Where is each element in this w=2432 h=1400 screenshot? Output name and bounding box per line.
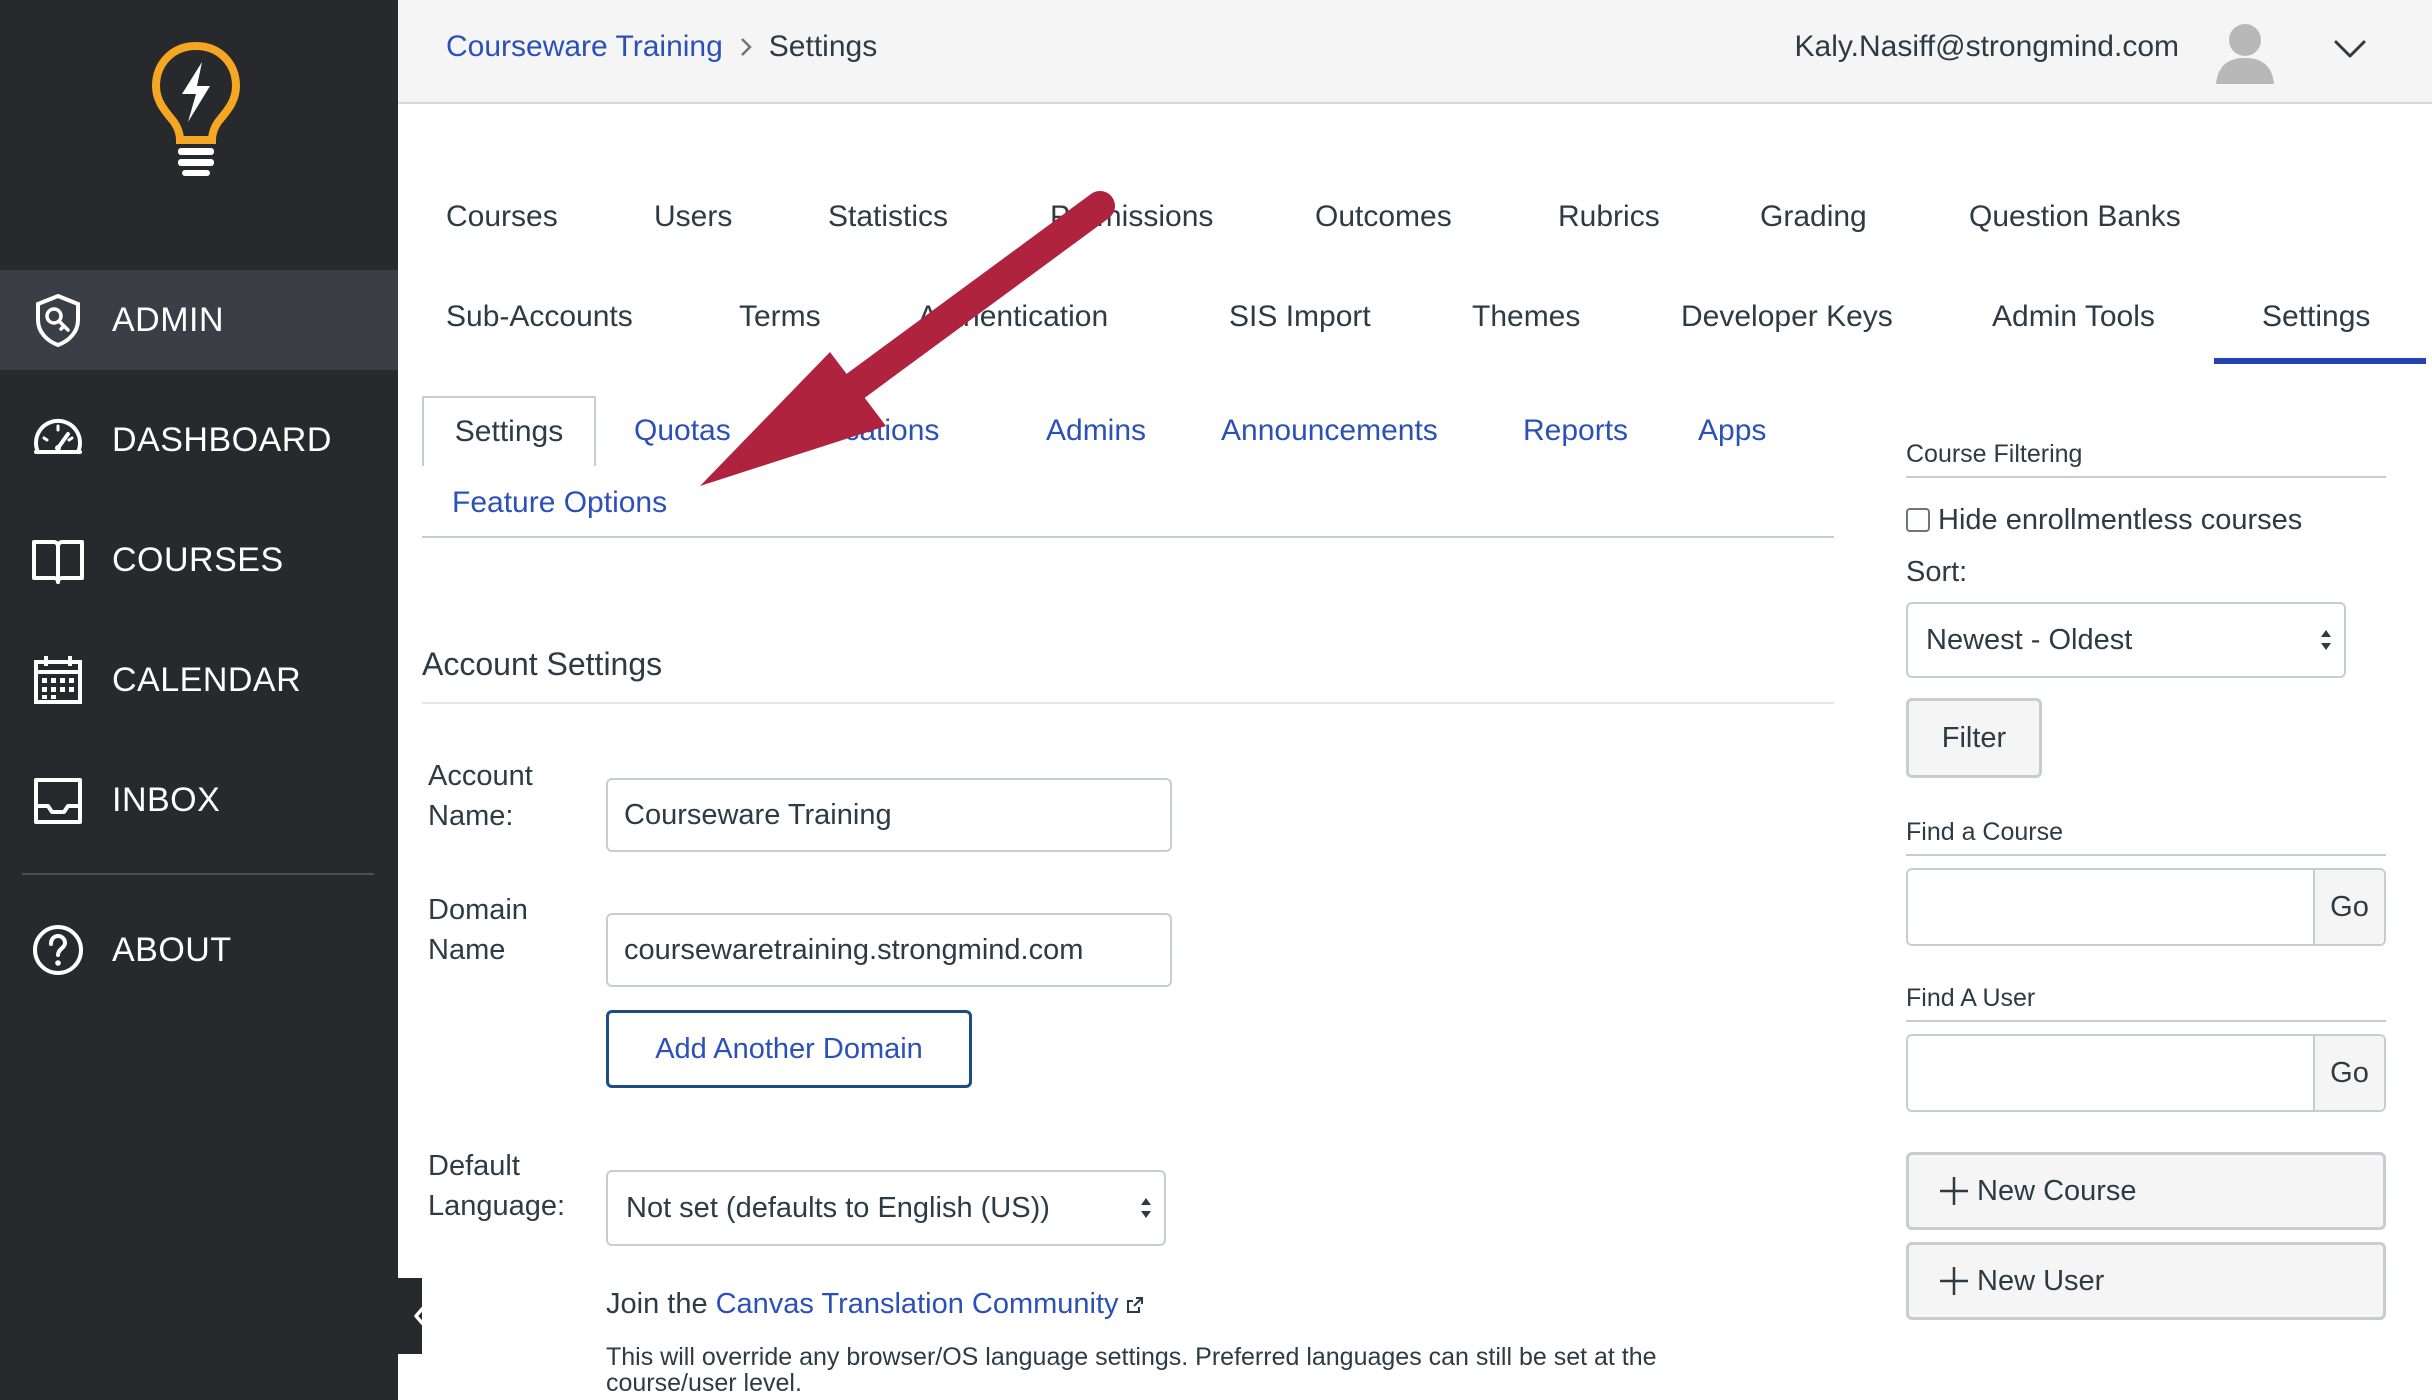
add-another-domain-button[interactable]: Add Another Domain	[606, 1010, 972, 1088]
nav-courses-label: COURSES	[112, 540, 284, 579]
hide-enrollmentless-label[interactable]: Hide enrollmentless courses	[1938, 504, 2302, 537]
filter-button[interactable]: Filter	[1906, 698, 2042, 778]
tab-authentication[interactable]: Authentication	[918, 300, 1108, 334]
subtab-admins[interactable]: Admins	[1046, 414, 1146, 448]
tab-permissions[interactable]: Permissions	[1050, 200, 1213, 234]
subtab-feature-options[interactable]: Feature Options	[452, 486, 667, 520]
tab-rubrics[interactable]: Rubrics	[1558, 200, 1660, 234]
plus-icon	[1940, 1267, 1968, 1295]
sort-label: Sort:	[1906, 556, 1968, 588]
subtab-announcements[interactable]: Announcements	[1221, 414, 1438, 448]
breadcrumb-account-link[interactable]: Courseware Training	[446, 30, 723, 64]
domain-name-input[interactable]	[606, 913, 1172, 987]
find-course-go-button[interactable]: Go	[2313, 870, 2384, 944]
calendar-icon	[34, 656, 82, 704]
join-prefix: Join the	[606, 1288, 708, 1320]
find-user-divider	[1906, 1020, 2386, 1022]
nav-dashboard-label: DASHBOARD	[112, 420, 332, 459]
nav-admin[interactable]: ADMIN	[0, 270, 398, 370]
subtab-divider	[422, 536, 1834, 538]
nav-about[interactable]: ABOUT	[0, 900, 398, 1000]
find-user-go-button[interactable]: Go	[2313, 1036, 2384, 1110]
find-user-combo: Go	[1906, 1034, 2386, 1112]
nav-divider	[22, 873, 374, 875]
nav-about-label: ABOUT	[112, 930, 232, 969]
default-language-value: Not set (defaults to English (US))	[626, 1191, 1050, 1224]
breadcrumb: Courseware Training Settings	[446, 30, 877, 64]
find-user-heading: Find A User	[1906, 984, 2036, 1012]
new-course-button[interactable]: New Course	[1906, 1152, 2386, 1230]
tab-question-banks[interactable]: Question Banks	[1969, 200, 2181, 234]
speedometer-icon	[34, 418, 82, 454]
shield-icon	[36, 293, 80, 348]
tab-statistics[interactable]: Statistics	[828, 200, 948, 234]
subtab-notifications[interactable]: Notifications	[776, 414, 939, 448]
plus-icon	[1940, 1177, 1968, 1205]
domain-name-label: Domain Name	[428, 894, 528, 966]
nav-inbox[interactable]: INBOX	[0, 750, 398, 850]
default-language-label: Default Language:	[428, 1150, 566, 1222]
tab-settings[interactable]: Settings	[2262, 300, 2370, 334]
nav-courses[interactable]: COURSES	[0, 510, 398, 610]
find-course-input[interactable]	[1908, 870, 2313, 944]
tab-grading[interactable]: Grading	[1760, 200, 1867, 234]
find-user-input[interactable]	[1908, 1036, 2313, 1110]
find-course-divider	[1906, 854, 2386, 856]
active-tab-indicator	[2214, 358, 2426, 364]
user-avatar-icon[interactable]	[2210, 16, 2280, 86]
new-user-button[interactable]: New User	[1906, 1242, 2386, 1320]
hide-enrollmentless-checkbox[interactable]	[1906, 508, 1930, 532]
tab-courses[interactable]: Courses	[446, 200, 558, 234]
breadcrumb-current: Settings	[768, 30, 878, 63]
nav-inbox-label: INBOX	[112, 780, 221, 819]
question-circle-icon	[33, 925, 83, 975]
tab-developer-keys[interactable]: Developer Keys	[1681, 300, 1893, 334]
lightbulb-bolt-icon[interactable]	[150, 40, 242, 178]
global-navigation: ADMIN DASHBOARD COURSES CALENDAR INBOX A…	[0, 0, 398, 1400]
translation-community-link[interactable]: Canvas Translation Community	[716, 1288, 1119, 1321]
nav-admin-label: ADMIN	[112, 300, 225, 339]
select-arrows-icon	[1141, 1198, 1151, 1218]
tab-outcomes[interactable]: Outcomes	[1315, 200, 1452, 234]
tab-themes[interactable]: Themes	[1472, 300, 1580, 334]
sort-value: Newest - Oldest	[1926, 623, 2133, 656]
new-user-label: New User	[1977, 1264, 2105, 1297]
tab-users[interactable]: Users	[654, 200, 732, 234]
inbox-icon	[34, 778, 82, 824]
nav-calendar[interactable]: CALENDAR	[0, 630, 398, 730]
subtab-apps[interactable]: Apps	[1698, 414, 1766, 448]
language-help-text: This will override any browser/OS langua…	[606, 1343, 1657, 1397]
tab-admin-tools[interactable]: Admin Tools	[1992, 300, 2155, 334]
nav-calendar-label: CALENDAR	[112, 660, 302, 699]
default-language-select[interactable]: Not set (defaults to English (US))	[606, 1170, 1166, 1246]
top-bar: Courseware Training Settings Kaly.Nasiff…	[398, 0, 2432, 104]
user-email[interactable]: Kaly.Nasiff@strongmind.com	[1795, 30, 2179, 64]
sort-select[interactable]: Newest - Oldest	[1906, 602, 2346, 678]
tab-sub-accounts[interactable]: Sub-Accounts	[446, 300, 633, 334]
find-course-combo: Go	[1906, 868, 2386, 946]
course-filtering-divider	[1906, 476, 2386, 478]
external-link-icon	[1126, 1296, 1143, 1313]
nav-dashboard[interactable]: DASHBOARD	[0, 390, 398, 490]
tab-terms[interactable]: Terms	[739, 300, 821, 334]
subtab-reports[interactable]: Reports	[1523, 414, 1628, 448]
subtab-settings[interactable]: Settings	[422, 396, 596, 466]
tab-sis-import[interactable]: SIS Import	[1229, 300, 1371, 334]
section-divider	[422, 702, 1834, 704]
translation-community-line: Join the Canvas Translation Community	[606, 1288, 1145, 1321]
account-name-label: Account Name:	[428, 760, 533, 832]
chevron-down-icon[interactable]	[2332, 34, 2368, 62]
find-course-heading: Find a Course	[1906, 818, 2064, 846]
select-arrows-icon	[2321, 630, 2331, 650]
chevron-right-icon	[740, 38, 752, 56]
account-settings-title: Account Settings	[422, 646, 663, 682]
new-course-label: New Course	[1977, 1174, 2137, 1207]
subtab-quotas[interactable]: Quotas	[634, 414, 731, 448]
account-name-input[interactable]	[606, 778, 1172, 852]
course-filtering-heading: Course Filtering	[1906, 440, 2083, 468]
book-icon	[32, 540, 84, 584]
